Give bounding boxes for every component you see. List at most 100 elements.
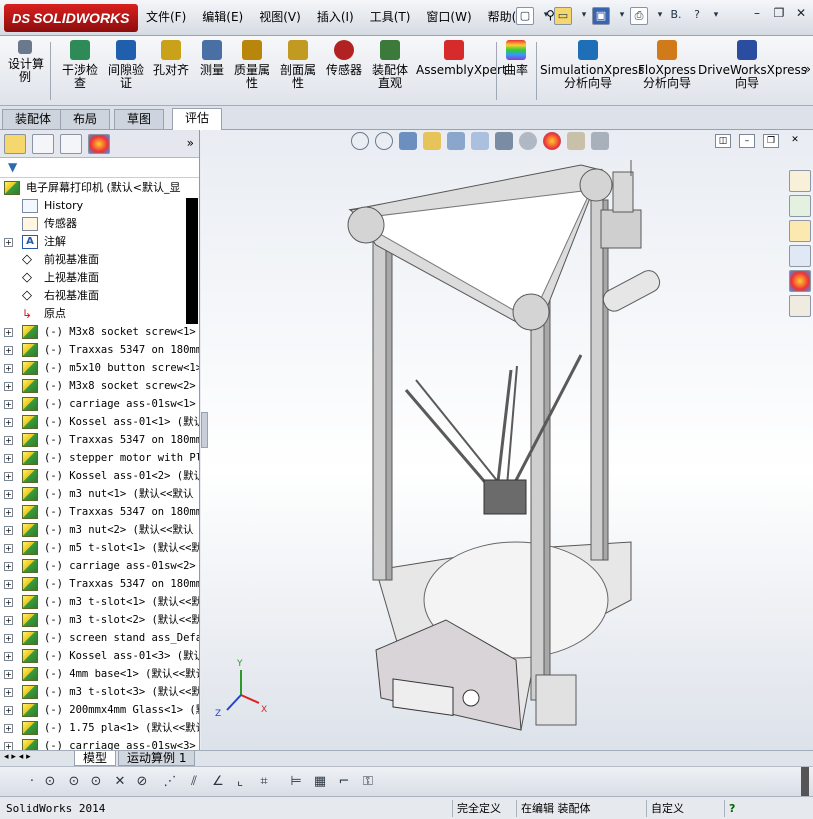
expand-icon[interactable]: + [4,580,13,589]
tree-item-component[interactable]: + (-) m3 nut<1> (默认<<默认 [0,485,199,503]
print-dropdown-icon[interactable]: ▾ [654,7,666,25]
expand-icon[interactable]: + [4,724,13,733]
tree-item-component[interactable]: + (-) stepper motor with Pla [0,449,199,467]
expand-icon[interactable]: + [4,706,13,715]
display-manager-tab[interactable] [88,134,110,154]
dimension-icon[interactable]: ⊨ [288,774,304,790]
tree-item-front-plane[interactable]: ◇ 前视基准面 [0,251,199,269]
simulationxpress-button[interactable]: SimulationXpress 分析向导 [540,40,644,90]
tree-item-component[interactable]: + (-) carriage ass-01sw<1> ( [0,395,199,413]
expand-icon[interactable]: + [4,616,13,625]
tree-item-top-plane[interactable]: ◇ 上视基准面 [0,269,199,287]
printer-model[interactable]: Y X Z [201,130,813,750]
expand-icon[interactable]: + [4,490,13,499]
toolbar-grip[interactable] [801,767,809,797]
minimize-icon[interactable]: – [749,6,765,22]
tree-item-component[interactable]: + (-) 200mmx4mm Glass<1> (默 [0,701,199,719]
expand-icon[interactable]: + [4,598,13,607]
expand-icon[interactable]: + [4,238,13,247]
quadrant-icon[interactable]: ⌗ [256,774,272,790]
menu-insert[interactable]: 插入(I) [317,8,354,25]
menu-tools[interactable]: 工具(T) [370,8,411,25]
tree-item-component[interactable]: + (-) m3 nut<2> (默认<<默认 [0,521,199,539]
pane-collapse-icon[interactable] [201,412,208,448]
vertical-constraint-icon[interactable]: ⋰ [162,774,178,790]
tree-item-component[interactable]: + (-) Kossel ass-01<2> (默认 [0,467,199,485]
ribbon-more-icon[interactable]: » [804,62,811,76]
open-folder-icon[interactable]: ▭ [554,7,572,25]
point-on-icon[interactable]: ⊙ [66,774,82,790]
tree-item-component[interactable]: + (-) Traxxas 5347 on 180mm [0,341,199,359]
tab-assembly[interactable]: 装配体 [2,109,65,129]
help-icon[interactable]: ? [690,7,704,25]
tree-item-origin[interactable]: ↳ 原点 [0,305,199,323]
target-icon[interactable]: ⊙ [88,774,104,790]
property-manager-tab[interactable] [32,134,54,154]
expand-icon[interactable]: + [4,364,13,373]
close-icon[interactable]: ✕ [793,6,809,22]
tab-evaluate[interactable]: 评估 [172,108,223,131]
tab-sketch[interactable]: 草图 [114,109,165,129]
tree-item-component[interactable]: + (-) m5 t-slot<1> (默认<<默 [0,539,199,557]
view-palette-icon[interactable] [789,245,811,267]
measure-button[interactable]: 测量 [196,40,228,77]
expand-icon[interactable]: + [4,400,13,409]
expand-icon[interactable]: + [4,562,13,571]
parallel-constraint-icon[interactable]: ⫽ [186,774,202,790]
expand-icon[interactable]: + [4,346,13,355]
configuration-manager-tab[interactable] [60,134,82,154]
graphics-area[interactable]: ◫ – ❐ ✕ Y X Z [201,130,813,750]
pane-more-icon[interactable]: » [187,136,194,150]
hole-alignment-button[interactable]: 孔对齐 [150,40,192,77]
angle-icon[interactable]: ∠ [210,774,226,790]
tab-motion-study-1[interactable]: 运动算例 1 [118,751,196,766]
tree-item-annotations[interactable]: + A 注解 [0,233,199,251]
driveworksxpress-button[interactable]: DriveWorksXpress 向导 [698,40,807,90]
intersection-icon[interactable]: ✕ [112,774,128,790]
tree-filter[interactable]: ▼ [0,158,199,178]
section-properties-button[interactable]: 剖面属 性 [276,40,320,90]
expand-icon[interactable]: + [4,418,13,427]
tree-item-component[interactable]: + (-) M3x8 socket screw<2> ( [0,377,199,395]
help-dropdown-icon[interactable]: ▾ [710,7,722,25]
tree-item-component[interactable]: + (-) m3 t-slot<3> (默认<<默 [0,683,199,701]
extra-menu[interactable]: B. [668,7,684,25]
help-status-icon[interactable]: ? [724,800,739,817]
point-icon[interactable]: · [24,774,40,790]
expand-icon[interactable]: + [4,472,13,481]
tree-item-history[interactable]: History [0,197,199,215]
tree-item-component[interactable]: + (-) carriage ass-01sw<3> ( [0,737,199,750]
tree-item-right-plane[interactable]: ◇ 右视基准面 [0,287,199,305]
tab-scroll-icon[interactable]: ◂ ▸ ◂ ▸ [4,752,31,762]
tree-item-sensors[interactable]: 传感器 [0,215,199,233]
expand-icon[interactable]: + [4,634,13,643]
expand-icon[interactable]: + [4,544,13,553]
tree-item-component[interactable]: + (-) Traxxas 5347 on 180mm [0,503,199,521]
curvature-button[interactable]: 曲率 [502,40,530,77]
design-study-button[interactable]: 设计算 例 [8,40,44,84]
tree-item-component[interactable]: + (-) 1.75 pla<1> (默认<<默认 [0,719,199,737]
menu-edit[interactable]: 编辑(E) [202,8,243,25]
restore-icon[interactable]: ❐ [771,6,787,22]
sketch-relation-icon[interactable]: ⌐ [336,774,352,790]
circle-icon[interactable]: ⊙ [42,774,58,790]
expand-icon[interactable]: + [4,742,13,750]
tree-item-component[interactable]: + (-) Traxxas 5347 on 180mm [0,431,199,449]
clearance-verify-button[interactable]: 间隙验 证 [104,40,148,90]
tree-item-component[interactable]: + (-) carriage ass-01sw<2> ( [0,557,199,575]
tab-model[interactable]: 模型 [74,751,117,766]
resources-icon[interactable] [789,170,811,192]
quick-snap-icon[interactable]: ⚿ [360,774,376,790]
appearances-icon[interactable] [789,270,811,292]
tree-root[interactable]: 电子屏幕打印机 (默认<默认_显 [0,179,199,197]
print-icon[interactable]: ⎙ [630,7,648,25]
tab-layout[interactable]: 布局 [60,109,111,129]
sensor-button[interactable]: 传感器 [322,40,366,77]
tangent-icon[interactable]: ⊘ [134,774,150,790]
save-icon[interactable]: ▣ [592,7,610,25]
expand-icon[interactable]: + [4,436,13,445]
menu-window[interactable]: 窗口(W) [426,8,471,25]
expand-icon[interactable]: + [4,328,13,337]
feature-manager-tab[interactable] [4,134,26,154]
menu-file[interactable]: 文件(F) [146,8,186,25]
